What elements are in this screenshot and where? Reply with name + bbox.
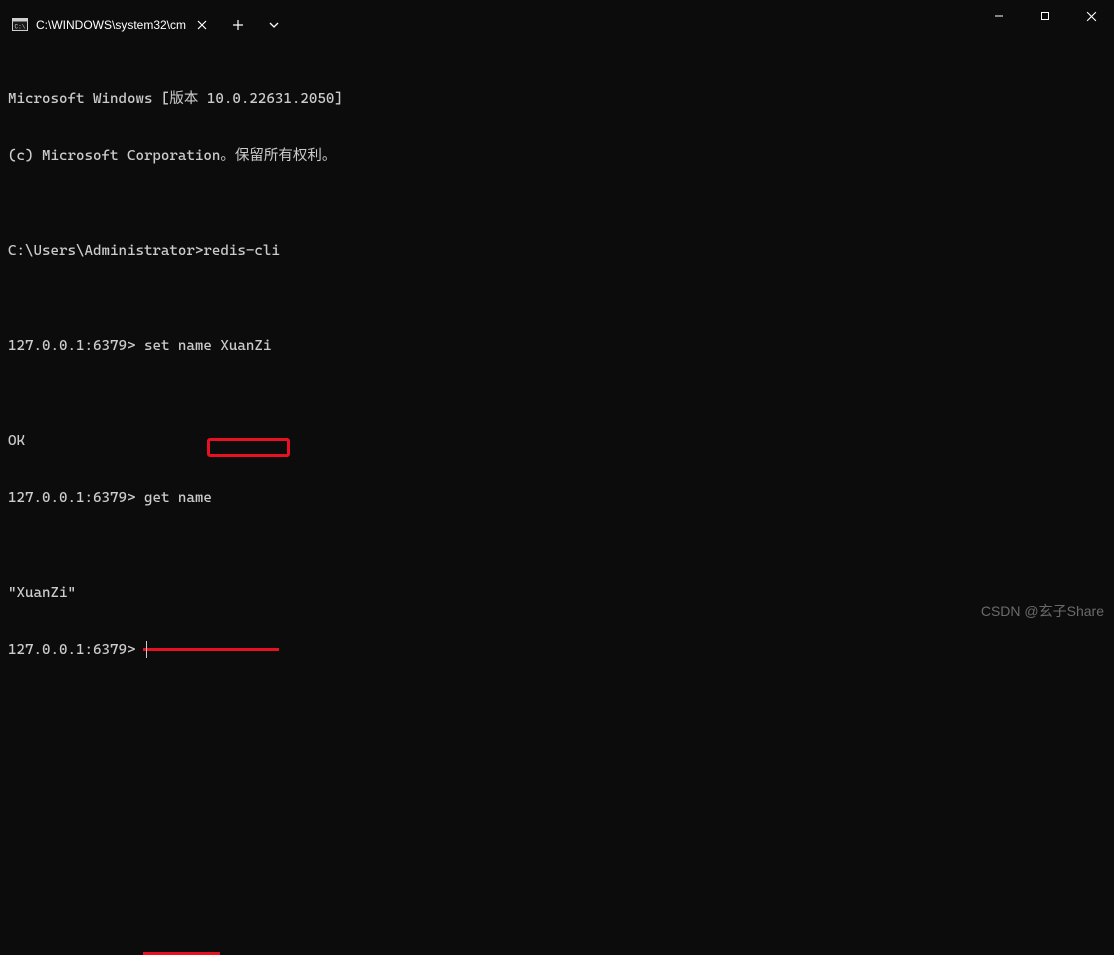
output-value: "XuanZi" <box>8 584 1106 603</box>
output-ok: OK <box>8 432 1106 451</box>
close-window-button[interactable] <box>1068 0 1114 32</box>
terminal-output[interactable]: Microsoft Windows [版本 10.0.22631.2050] (… <box>0 44 1114 687</box>
cmd-prompt: C:\Users\Administrator> <box>8 243 203 259</box>
redis-line: 127.0.0.1:6379> set name XuanZi <box>8 337 1106 394</box>
banner-line: Microsoft Windows [版本 10.0.22631.2050] <box>8 90 1106 109</box>
redis-line: 127.0.0.1:6379> get name <box>8 489 1106 546</box>
maximize-button[interactable] <box>1022 0 1068 32</box>
window-controls <box>976 0 1114 44</box>
new-tab-button[interactable] <box>220 6 256 44</box>
command-set-name: set name XuanZi <box>135 338 271 354</box>
window-titlebar: C:\ C:\WINDOWS\system32\cmd. <box>0 0 1114 44</box>
text-cursor <box>146 641 147 658</box>
minimize-button[interactable] <box>976 0 1022 32</box>
titlebar-drag-area[interactable] <box>292 0 976 44</box>
current-command <box>135 642 144 658</box>
command-get-name: get name <box>135 490 211 506</box>
redis-line-current: 127.0.0.1:6379> <box>8 641 1106 660</box>
redis-prompt: 127.0.0.1:6379> <box>8 490 135 506</box>
close-icon[interactable] <box>194 17 210 33</box>
command-redis-cli: redis-cli <box>203 243 279 259</box>
tab-active[interactable]: C:\ C:\WINDOWS\system32\cmd. <box>0 6 220 44</box>
cmd-prompt-line: C:\Users\Administrator>redis-cli <box>8 242 1106 299</box>
tab-title: C:\WINDOWS\system32\cmd. <box>36 18 186 32</box>
svg-text:C:\: C:\ <box>15 24 26 31</box>
cmd-icon: C:\ <box>12 17 28 33</box>
tab-dropdown-button[interactable] <box>256 6 292 44</box>
copyright-line: (c) Microsoft Corporation。保留所有权利。 <box>8 147 1106 166</box>
redis-prompt: 127.0.0.1:6379> <box>8 338 135 354</box>
redis-prompt: 127.0.0.1:6379> <box>8 642 135 658</box>
